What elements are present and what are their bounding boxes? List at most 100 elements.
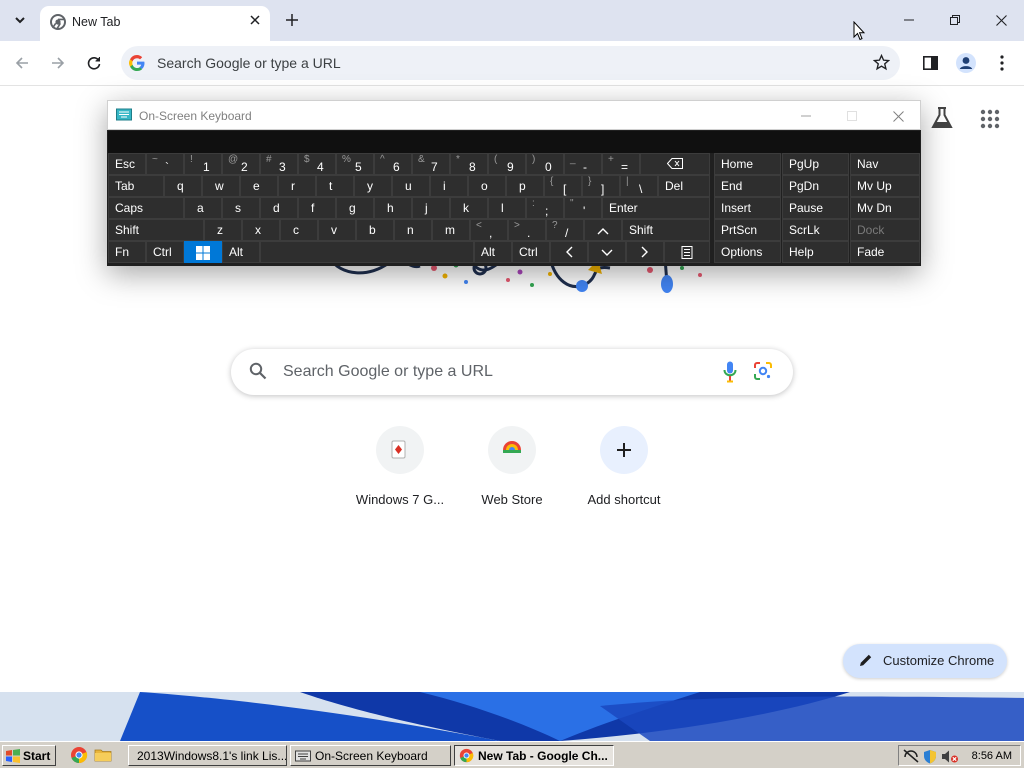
key-backspace[interactable]: [640, 153, 710, 175]
key-arrow-down[interactable]: [588, 241, 626, 263]
key-/[interactable]: ? /: [546, 219, 584, 241]
key-pause[interactable]: Pause: [782, 197, 849, 219]
key-2[interactable]: @2: [222, 153, 260, 175]
speaker-muted-icon[interactable]: [941, 749, 959, 764]
customize-chrome-button[interactable]: Customize Chrome: [843, 644, 1007, 678]
key-`[interactable]: ~ `: [146, 153, 184, 175]
google-lens-icon[interactable]: [753, 361, 773, 381]
key-y[interactable]: y: [354, 175, 392, 197]
microphone-icon[interactable]: [723, 361, 737, 383]
shortcut-add[interactable]: Add shortcut: [568, 426, 680, 507]
key-mv-dn[interactable]: Mv Dn: [850, 197, 920, 219]
key-=[interactable]: + =: [602, 153, 640, 175]
chrome-icon[interactable]: [70, 746, 88, 764]
osk-maximize-button[interactable]: [842, 106, 862, 126]
new-tab-button[interactable]: [280, 8, 304, 32]
forward-button[interactable]: [44, 49, 72, 77]
side-panel-button[interactable]: [918, 51, 942, 75]
start-button[interactable]: Start: [2, 745, 56, 766]
key-n[interactable]: n: [394, 219, 432, 241]
key-4[interactable]: $4: [298, 153, 336, 175]
key-mv-up[interactable]: Mv Up: [850, 175, 920, 197]
key-e[interactable]: e: [240, 175, 278, 197]
key-l[interactable]: l: [488, 197, 526, 219]
key-p[interactable]: p: [506, 175, 544, 197]
key-windows-logo[interactable]: [184, 241, 222, 263]
key-del[interactable]: Del: [658, 175, 710, 197]
key-b[interactable]: b: [356, 219, 394, 241]
key-6[interactable]: ^ 6: [374, 153, 412, 175]
key-help[interactable]: Help: [782, 241, 849, 263]
key-ctrl[interactable]: Ctrl: [146, 241, 184, 263]
key-q[interactable]: q: [164, 175, 202, 197]
key-1[interactable]: ! 1: [184, 153, 222, 175]
key-z[interactable]: z: [204, 219, 242, 241]
labs-flask-icon[interactable]: [930, 106, 954, 130]
key-caps[interactable]: Caps: [108, 197, 184, 219]
key-esc[interactable]: Esc: [108, 153, 146, 175]
taskbar-item-osk[interactable]: On-Screen Keyboard: [290, 745, 451, 766]
taskbar-item-chrome[interactable]: New Tab - Google Ch...: [454, 745, 614, 766]
key-][interactable]: }]: [582, 175, 620, 197]
restore-button[interactable]: [932, 0, 978, 40]
key-pgup[interactable]: PgUp: [782, 153, 849, 175]
key-5[interactable]: % 5: [336, 153, 374, 175]
key-g[interactable]: g: [336, 197, 374, 219]
key-s[interactable]: s: [222, 197, 260, 219]
key-shift[interactable]: Shift: [622, 219, 710, 241]
shortcut-windows-7-games[interactable]: Windows 7 G...: [344, 426, 456, 507]
menu-button[interactable]: [990, 51, 1014, 75]
key-r[interactable]: r: [278, 175, 316, 197]
key-menu-key[interactable]: [664, 241, 710, 263]
key-space[interactable]: [260, 241, 474, 263]
key-arrow-left[interactable]: [550, 241, 588, 263]
key-[[interactable]: {[: [544, 175, 582, 197]
ntp-search-box[interactable]: Search Google or type a URL: [231, 349, 793, 395]
key-alt[interactable]: Alt: [474, 241, 512, 263]
key-pgdn[interactable]: PgDn: [782, 175, 849, 197]
key-k[interactable]: k: [450, 197, 488, 219]
google-apps-icon[interactable]: [980, 109, 1000, 129]
tab-close-button[interactable]: [246, 11, 264, 29]
key-3[interactable]: #3: [260, 153, 298, 175]
osk-title-bar[interactable]: On-Screen Keyboard: [107, 100, 921, 130]
key-options[interactable]: Options: [714, 241, 781, 263]
key-ctrl[interactable]: Ctrl: [512, 241, 550, 263]
minimize-button[interactable]: [886, 0, 932, 40]
key-enter[interactable]: Enter: [602, 197, 710, 219]
shortcut-web-store[interactable]: Web Store: [456, 426, 568, 507]
key-scrlk[interactable]: ScrLk: [782, 219, 849, 241]
key-t[interactable]: t: [316, 175, 354, 197]
network-offline-icon[interactable]: [903, 749, 919, 763]
key-arrow-right[interactable]: [626, 241, 664, 263]
security-shield-icon[interactable]: [923, 749, 937, 764]
key-dock[interactable]: Dock: [850, 219, 920, 241]
back-button[interactable]: [8, 49, 36, 77]
key-a[interactable]: a: [184, 197, 222, 219]
key-arrow-up[interactable]: [584, 219, 622, 241]
key-prtscn[interactable]: PrtScn: [714, 219, 781, 241]
clock[interactable]: 8:56 AM: [972, 750, 1012, 762]
key-w[interactable]: w: [202, 175, 240, 197]
key-shift[interactable]: Shift: [108, 219, 204, 241]
folder-icon[interactable]: [94, 746, 112, 764]
key-,[interactable]: <,: [470, 219, 508, 241]
key-.[interactable]: >.: [508, 219, 546, 241]
taskbar-item-notepad[interactable]: 2013Windows8.1's link Lis...: [128, 745, 287, 766]
key-u[interactable]: u: [392, 175, 430, 197]
profile-button[interactable]: [954, 51, 978, 75]
key-insert[interactable]: Insert: [714, 197, 781, 219]
key-nav[interactable]: Nav: [850, 153, 920, 175]
key-v[interactable]: v: [318, 219, 356, 241]
key-'[interactable]: " ': [564, 197, 602, 219]
key-home[interactable]: Home: [714, 153, 781, 175]
key-8[interactable]: * 8: [450, 153, 488, 175]
key-fade[interactable]: Fade: [850, 241, 920, 263]
tab-search-button[interactable]: [6, 7, 34, 33]
key-x[interactable]: x: [242, 219, 280, 241]
bookmark-star-icon[interactable]: [873, 54, 890, 71]
tab-new-tab[interactable]: New Tab: [40, 6, 270, 41]
address-bar[interactable]: Search Google or type a URL: [121, 46, 900, 80]
key-tab[interactable]: Tab: [108, 175, 164, 197]
key-end[interactable]: End: [714, 175, 781, 197]
